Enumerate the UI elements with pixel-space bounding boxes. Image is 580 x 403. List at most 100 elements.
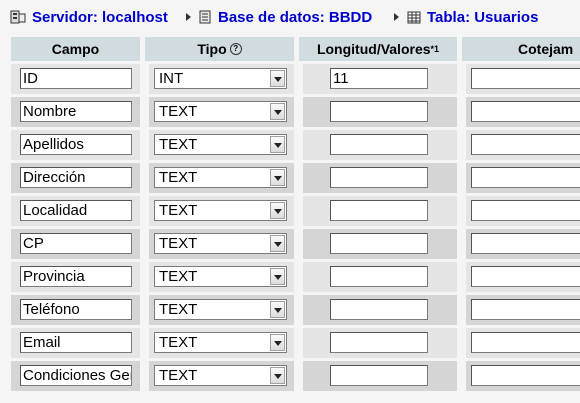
field-type-select[interactable]: TEXT (154, 365, 287, 386)
field-name-input[interactable]: Apellidos (20, 134, 132, 155)
chevron-down-icon[interactable] (270, 334, 285, 351)
chevron-down-icon[interactable] (270, 235, 285, 252)
field-type-select[interactable]: TEXT (154, 167, 287, 188)
column-gap (457, 328, 466, 358)
chevron-down-icon[interactable] (270, 169, 285, 186)
field-collation-select[interactable] (471, 365, 580, 386)
field-type-select[interactable]: INT (154, 68, 287, 89)
column-gap (294, 295, 303, 325)
chevron-down-icon[interactable] (270, 367, 285, 384)
field-type-select[interactable]: TEXT (154, 299, 287, 320)
field-length-input[interactable]: 11 (330, 68, 428, 89)
column-gap (140, 64, 149, 94)
column-gap (294, 163, 303, 193)
field-collation-select[interactable] (471, 233, 580, 254)
field-name-input[interactable]: Dirección (20, 167, 132, 188)
field-type-value: TEXT (159, 301, 198, 318)
field-name-input[interactable]: Teléfono (20, 299, 132, 320)
column-gap (457, 97, 466, 127)
chevron-down-icon[interactable] (270, 202, 285, 219)
field-name-input[interactable]: Provincia (20, 266, 132, 287)
table-row: CP TEXT (11, 229, 580, 259)
field-length-input[interactable] (330, 332, 428, 353)
breadcrumb-separator (186, 13, 191, 21)
field-length-input[interactable] (330, 200, 428, 221)
server-icon (10, 10, 26, 24)
column-header-campo-label: Campo (51, 41, 100, 57)
field-type-select[interactable]: TEXT (154, 134, 287, 155)
field-name-input[interactable]: Nombre (20, 101, 132, 122)
field-length-input[interactable] (330, 365, 428, 386)
field-name-input[interactable]: CP (20, 233, 132, 254)
field-type-value: TEXT (159, 169, 198, 186)
table-row: Provincia TEXT (11, 262, 580, 292)
help-icon[interactable]: ? (229, 43, 242, 55)
column-gap (140, 97, 149, 127)
field-name-input[interactable]: Condiciones Generales (20, 365, 132, 386)
column-header-longitud-label: Longitud/Valores (316, 41, 431, 57)
column-gap (294, 262, 303, 292)
field-collation-select[interactable] (471, 266, 580, 287)
field-length-input[interactable] (330, 101, 428, 122)
column-gap (457, 361, 466, 391)
column-gap (457, 163, 466, 193)
field-length-input[interactable] (330, 233, 428, 254)
column-header-tipo-label: Tipo (197, 41, 227, 57)
field-collation-select[interactable] (471, 134, 580, 155)
field-collation-select[interactable] (471, 332, 580, 353)
field-type-value: TEXT (159, 334, 198, 351)
chevron-down-icon[interactable] (270, 268, 285, 285)
field-type-value: TEXT (159, 202, 198, 219)
field-type-select[interactable]: TEXT (154, 233, 287, 254)
column-gap (294, 97, 303, 127)
column-gap (294, 196, 303, 226)
field-name-input[interactable]: Localidad (20, 200, 132, 221)
field-length-input[interactable] (330, 167, 428, 188)
field-collation-select[interactable] (471, 68, 580, 89)
field-type-select[interactable]: TEXT (154, 332, 287, 353)
field-collation-select[interactable] (471, 200, 580, 221)
column-gap (294, 328, 303, 358)
breadcrumb-table[interactable]: Tabla: Usuarios (407, 8, 538, 26)
field-collation-select[interactable] (471, 101, 580, 122)
column-gap (294, 361, 303, 391)
chevron-down-icon[interactable] (270, 70, 285, 87)
field-name-input[interactable]: ID (20, 68, 132, 89)
breadcrumb: Servidor: localhost Base de datos: BBDD … (0, 0, 580, 34)
chevron-down-icon[interactable] (270, 103, 285, 120)
breadcrumb-server[interactable]: Servidor: localhost (10, 8, 168, 26)
chevron-down-icon[interactable] (270, 301, 285, 318)
column-gap (140, 262, 149, 292)
field-type-select[interactable]: TEXT (154, 200, 287, 221)
field-type-select[interactable]: TEXT (154, 101, 287, 122)
column-gap (140, 361, 149, 391)
column-header-tipo: Tipo ? (145, 37, 294, 61)
field-type-value: TEXT (159, 103, 198, 120)
field-length-input[interactable] (330, 299, 428, 320)
field-collation-select[interactable] (471, 299, 580, 320)
field-name-input[interactable]: Email (20, 332, 132, 353)
column-header-cotejamiento: Cotejam (462, 37, 580, 61)
table-row: Condiciones Generales TEXT (11, 361, 580, 391)
column-gap (140, 229, 149, 259)
table-row: Nombre TEXT (11, 97, 580, 127)
field-collation-select[interactable] (471, 167, 580, 188)
field-type-select[interactable]: TEXT (154, 266, 287, 287)
column-header-campo: Campo (11, 37, 140, 61)
field-type-value: TEXT (159, 136, 198, 153)
field-length-input[interactable] (330, 134, 428, 155)
column-gap (140, 163, 149, 193)
chevron-down-icon[interactable] (270, 136, 285, 153)
column-gap (457, 196, 466, 226)
field-length-input[interactable] (330, 266, 428, 287)
column-header-longitud: Longitud/Valores *1 (299, 37, 457, 61)
breadcrumb-table-label: Tabla: Usuarios (427, 8, 539, 26)
field-type-value: TEXT (159, 268, 198, 285)
column-gap (457, 262, 466, 292)
breadcrumb-server-label: Servidor: localhost (32, 8, 168, 26)
footnote-marker: *1 (430, 44, 440, 54)
breadcrumb-database[interactable]: Base de datos: BBDD (198, 8, 372, 26)
column-gap (140, 295, 149, 325)
column-gap (457, 64, 466, 94)
field-type-value: TEXT (159, 235, 198, 252)
